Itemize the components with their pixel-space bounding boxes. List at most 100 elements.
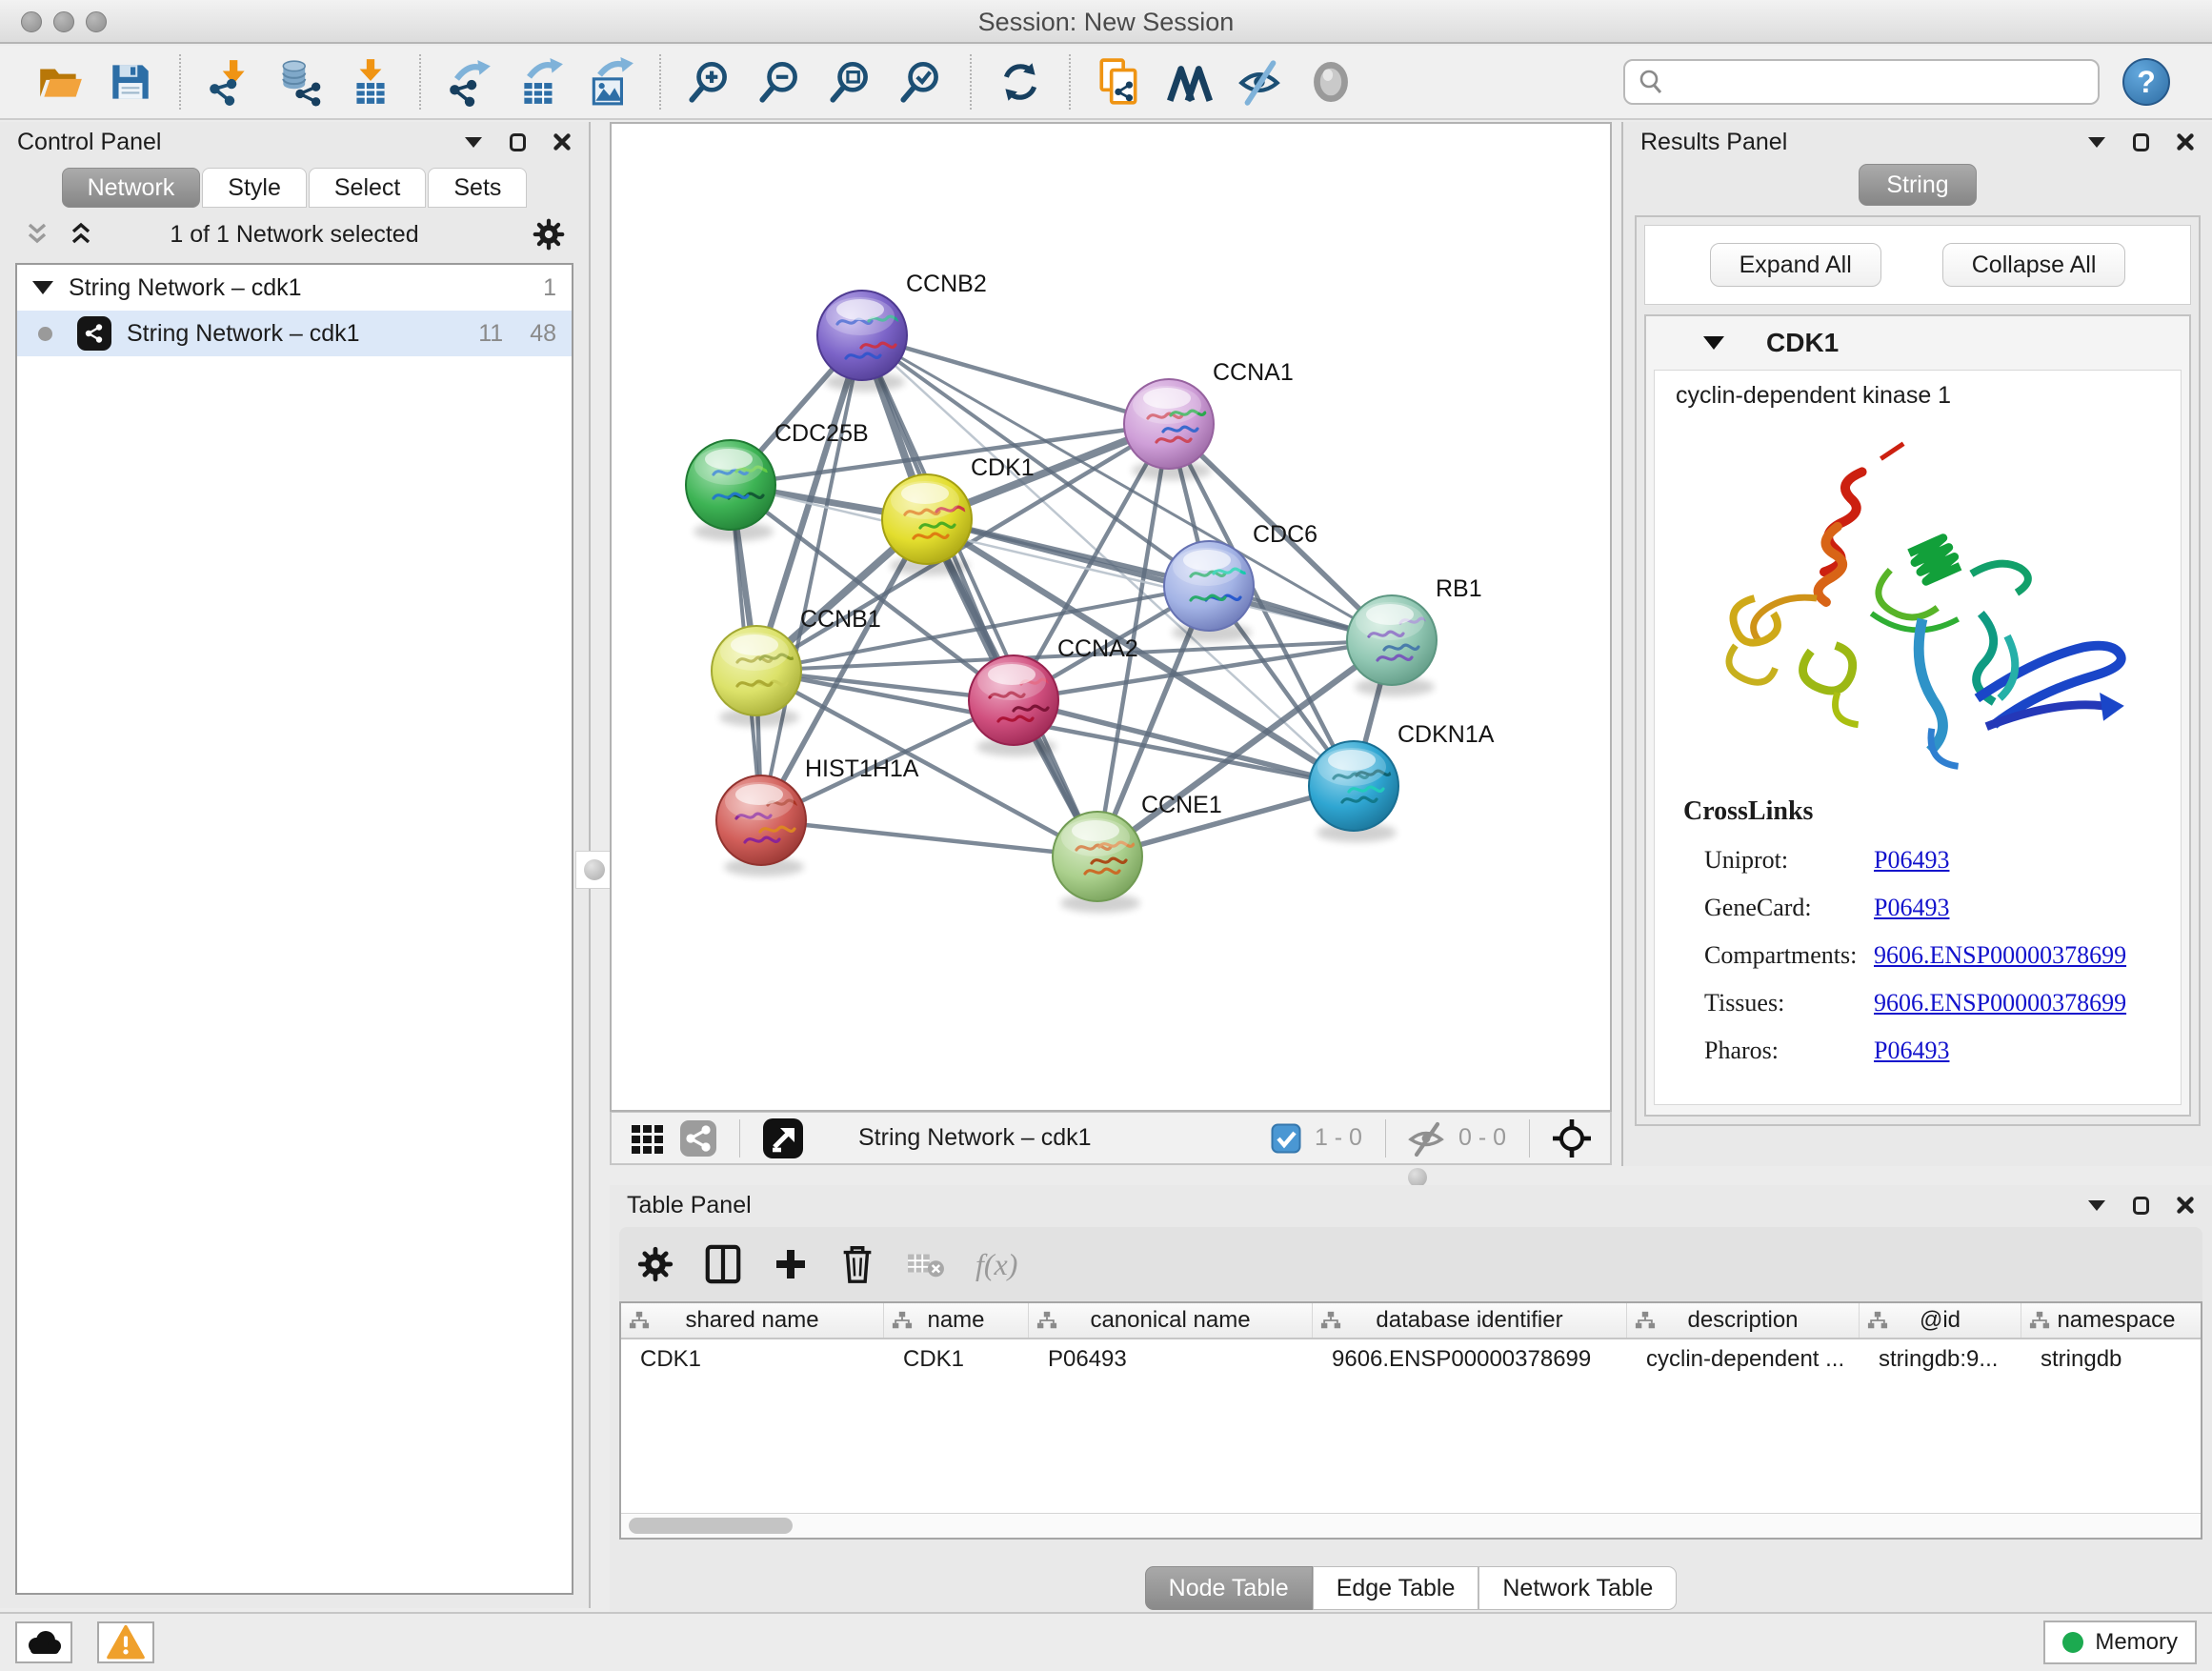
network-overview-icon[interactable] [678,1118,718,1158]
network-view-title: String Network – cdk1 [858,1124,1092,1152]
toolbar-separator [659,54,661,110]
column-header-database-identifier[interactable]: database identifier [1313,1303,1627,1338]
toolbar-search[interactable] [1623,59,2100,105]
table-cell[interactable]: CDK1 [884,1346,1029,1373]
first-neighbors-icon[interactable] [1160,52,1219,111]
network-view-canvas[interactable]: CCNB2CCNA1CDC25BCDK1CDC6RB1CCNB1CCNA2CDK… [610,122,1612,1112]
cloud-services-button[interactable] [15,1621,72,1663]
tab-style[interactable]: Style [202,168,307,208]
delete-column-trash-icon[interactable] [838,1243,876,1285]
table-settings-gear-icon[interactable] [636,1245,674,1283]
memory-button[interactable]: Memory [2043,1621,2197,1664]
panel-collapse-icon[interactable] [463,134,484,150]
scrollbar-thumb[interactable] [629,1518,793,1534]
table-header-row: shared namenamecanonical namedatabase id… [621,1303,2201,1339]
panel-close-icon[interactable] [2176,132,2195,151]
help-button[interactable]: ? [2122,58,2170,106]
warnings-button[interactable] [97,1621,154,1663]
zoom-out-icon[interactable] [751,52,810,111]
table-cell[interactable]: 9606.ENSP00000378699 [1313,1346,1627,1373]
column-header-shared-name[interactable]: shared name [621,1303,884,1338]
search-input[interactable] [1673,69,2086,95]
network-edge-CDK1-RB1[interactable] [927,519,1392,640]
column-header-canonical-name[interactable]: canonical name [1029,1303,1313,1338]
import-table-from-file-icon[interactable] [341,52,400,111]
crosslinks-list: Uniprot:P06493GeneCard:P06493Compartment… [1683,836,2181,1075]
column-header-name[interactable]: name [884,1303,1029,1338]
expand-all-button[interactable]: Expand All [1710,243,1881,287]
hide-selection-icon[interactable] [1231,52,1290,111]
panel-close-icon[interactable] [553,132,572,151]
apply-preferred-layout-icon[interactable] [991,52,1050,111]
network-edge-CCNB2-HIST1H1A[interactable] [761,335,862,820]
table-cell[interactable]: CDK1 [621,1346,884,1373]
zoom-selected-icon[interactable] [892,52,951,111]
tab-select[interactable]: Select [309,168,426,208]
tab-network-table[interactable]: Network Table [1478,1566,1677,1610]
zoom-in-icon[interactable] [680,52,739,111]
table-cell[interactable]: P06493 [1029,1346,1313,1373]
column-header-description[interactable]: description [1627,1303,1860,1338]
tab-sets[interactable]: Sets [428,168,527,208]
new-network-from-selection-icon[interactable] [1090,52,1149,111]
panel-float-icon[interactable] [509,132,528,152]
save-session-icon[interactable] [101,52,160,111]
crosslink-link[interactable]: P06493 [1874,846,1949,875]
tab-node-table[interactable]: Node Table [1145,1566,1313,1610]
add-column-icon[interactable] [772,1245,810,1283]
birdseye-crosshair-icon[interactable] [1551,1117,1593,1159]
panel-float-icon[interactable] [2132,1196,2151,1216]
node-label-HIST1H1A: HIST1H1A [805,755,919,782]
node-label-CCNB1: CCNB1 [800,606,881,633]
crosslink-link[interactable]: P06493 [1874,894,1949,922]
table-toolbar: f(x) [619,1227,2202,1301]
panel-collapse-icon[interactable] [2086,1198,2107,1213]
collection-expand-caret-icon[interactable] [32,281,53,294]
network-collection-row[interactable]: String Network – cdk1 1 [17,265,572,311]
expand-all-chevron-icon[interactable] [67,220,95,249]
column-header-namespace[interactable]: namespace [2021,1303,2202,1338]
grid-view-icon[interactable] [629,1119,667,1158]
left-splitter-handle[interactable] [575,851,613,889]
panel-close-icon[interactable] [2176,1196,2195,1215]
network-edge-HIST1H1A-CCNE1[interactable] [761,820,1097,856]
collapse-all-button[interactable]: Collapse All [1942,243,2126,287]
panel-float-icon[interactable] [2132,132,2151,152]
table-cell[interactable]: stringdb [2021,1346,2202,1373]
string-results-container: Expand All Collapse All CDK1 cyclin-depe… [1635,215,2201,1126]
crosslink-link[interactable]: 9606.ENSP00000378699 [1874,941,2126,970]
table-cell[interactable]: stringdb:9... [1860,1346,2021,1373]
export-network-to-file-icon[interactable] [440,52,499,111]
tab-string[interactable]: String [1859,164,1976,206]
crosslink-link[interactable]: 9606.ENSP00000378699 [1874,989,2126,1017]
protein-structure-image [1694,413,2142,791]
network-edge-CCNB2-CCNA1[interactable] [862,335,1169,424]
zoom-fit-content-icon[interactable] [821,52,880,111]
network-options-gear-icon[interactable] [532,217,566,252]
export-table-to-file-icon[interactable] [511,52,570,111]
panel-collapse-icon[interactable] [2086,134,2107,150]
collapse-all-chevron-icon[interactable] [23,220,51,249]
selected-nodes-checkbox-icon[interactable] [1271,1123,1301,1154]
table-horizontal-scrollbar[interactable] [621,1513,2201,1538]
tab-edge-table[interactable]: Edge Table [1313,1566,1479,1610]
table-cell[interactable]: cyclin-dependent ... [1627,1346,1860,1373]
column-header--id[interactable]: @id [1860,1303,2021,1338]
horizontal-splitter-handle[interactable] [1408,1168,1427,1187]
table-row[interactable]: CDK1CDK1P064939606.ENSP00000378699cyclin… [621,1339,2201,1379]
memory-label: Memory [2095,1629,2178,1656]
column-header-label: description [1687,1307,1798,1334]
import-network-from-file-icon[interactable] [200,52,259,111]
network-row[interactable]: String Network – cdk1 11 48 [17,311,572,356]
open-session-icon[interactable] [30,52,90,111]
open-in-new-window-icon[interactable] [761,1117,805,1160]
tab-network[interactable]: Network [62,168,201,208]
crosslink-link[interactable]: P06493 [1874,1037,1949,1065]
section-expand-caret-icon[interactable] [1703,336,1724,350]
show-columns-icon[interactable] [703,1243,743,1285]
export-image-icon[interactable] [581,52,640,111]
show-all-icon[interactable] [1301,52,1360,111]
import-network-from-database-icon[interactable] [271,52,330,111]
hidden-eye-icon[interactable] [1407,1119,1445,1158]
node-result-header[interactable]: CDK1 [1646,316,2189,370]
